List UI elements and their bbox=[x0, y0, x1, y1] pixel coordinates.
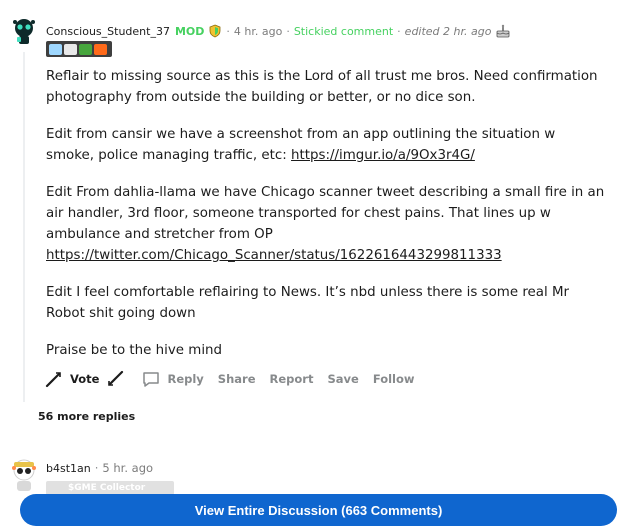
comment-meta: Conscious_Student_37 MOD · 4 hr. ago · S… bbox=[46, 23, 511, 39]
downvote-icon[interactable] bbox=[105, 369, 125, 389]
save-button[interactable]: Save bbox=[327, 372, 358, 386]
separator-dot: · bbox=[397, 24, 401, 38]
comment-paragraph: Reflair to missing source as this is the… bbox=[46, 69, 598, 105]
report-button[interactable]: Report bbox=[270, 372, 314, 386]
flair-emoji-icon bbox=[79, 43, 92, 55]
comment-paragraph: Edit from cansir we have a screenshot fr… bbox=[46, 124, 606, 166]
comment-bubble-icon bbox=[143, 372, 160, 387]
vote-label: Vote bbox=[70, 372, 100, 386]
comment-paragraph: Praise be to the hive mind bbox=[46, 343, 223, 358]
comment-body: Reflair to missing source as this is the… bbox=[46, 66, 606, 377]
next-comment-time[interactable]: 5 hr. ago bbox=[102, 461, 153, 475]
twitter-link[interactable]: https://twitter.com/Chicago_Scanner/stat… bbox=[46, 248, 502, 263]
share-button[interactable]: Share bbox=[218, 372, 256, 386]
flair-emoji-icon bbox=[64, 43, 77, 55]
next-comment-flair: $GME Collector bbox=[46, 481, 174, 495]
next-comment-meta: b4st1an · 5 hr. ago bbox=[46, 461, 153, 475]
user-flair bbox=[46, 41, 112, 57]
next-comment-author[interactable]: b4st1an bbox=[46, 462, 91, 475]
snoo-avatar[interactable] bbox=[8, 14, 40, 46]
upvote-icon[interactable] bbox=[44, 369, 64, 389]
flair-emoji-icon bbox=[49, 43, 62, 55]
view-entire-discussion-button[interactable]: View Entire Discussion (663 Comments) bbox=[20, 494, 617, 526]
reply-label: Reply bbox=[167, 372, 204, 386]
comment-time[interactable]: 4 hr. ago bbox=[234, 25, 282, 38]
stickied-label: Stickied comment bbox=[293, 24, 394, 38]
flair-fire-icon bbox=[94, 43, 107, 55]
more-replies-link[interactable]: 56 more replies bbox=[38, 410, 135, 423]
comment-actions: Vote Reply Share Report Save Follow bbox=[44, 368, 415, 390]
thread-line[interactable] bbox=[23, 52, 25, 402]
reply-button[interactable]: Reply bbox=[141, 369, 204, 389]
imgur-link[interactable]: https://imgur.io/a/9Ox3r4G/ bbox=[291, 148, 475, 163]
separator-dot: · bbox=[94, 461, 99, 475]
mod-shield-icon bbox=[209, 24, 221, 38]
edited-label: edited 2 hr. ago bbox=[404, 24, 492, 38]
separator-dot: · bbox=[286, 24, 290, 38]
comment-text: Edit From dahlia-llama we have Chicago s… bbox=[46, 185, 605, 242]
comment-author[interactable]: Conscious_Student_37 bbox=[46, 25, 170, 38]
cake-day-icon bbox=[497, 24, 510, 38]
mod-badge: MOD bbox=[174, 24, 205, 38]
separator-dot: · bbox=[226, 24, 230, 38]
comment-paragraph: Edit I feel comfortable reflairing to Ne… bbox=[46, 285, 570, 321]
follow-button[interactable]: Follow bbox=[373, 372, 415, 386]
next-comment-avatar[interactable] bbox=[8, 454, 40, 494]
comment-paragraph: Edit From dahlia-llama we have Chicago s… bbox=[46, 182, 606, 266]
